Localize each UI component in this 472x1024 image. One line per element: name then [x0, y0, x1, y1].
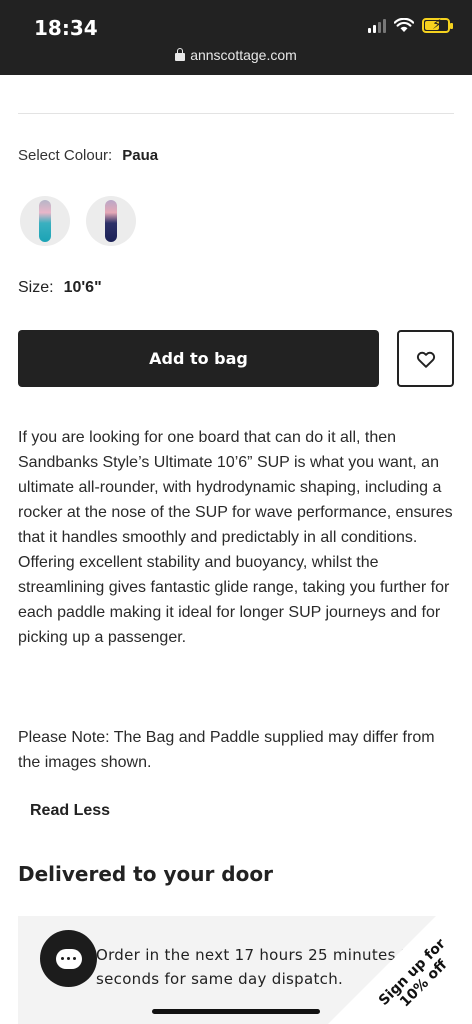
colour-label: Select Colour: [18, 147, 113, 164]
size-value: 10'6" [63, 279, 102, 296]
product-note: Please Note: The Bag and Paddle supplied… [18, 729, 435, 771]
lock-icon [175, 48, 186, 61]
colour-selector-label: Select Colour: Paua [18, 147, 158, 164]
heart-icon [416, 351, 435, 368]
colour-value: Paua [122, 147, 159, 164]
signup-promo[interactable]: Sign up for 10% off [328, 880, 472, 1024]
delivery-heading: Delivered to your door [18, 862, 273, 886]
read-less-link[interactable]: Read Less [30, 802, 110, 820]
status-time: 18:34 [34, 16, 98, 40]
wishlist-button[interactable] [397, 330, 454, 387]
home-indicator [152, 1009, 320, 1014]
colour-swatch-teal[interactable] [20, 196, 70, 246]
add-to-bag-button[interactable]: Add to bag [18, 330, 379, 387]
size-info: Size: 10'6" [18, 279, 102, 297]
cellular-signal-icon [368, 18, 386, 33]
status-icons: ⚡ [368, 17, 453, 33]
url-bar[interactable]: annscottage.com [0, 47, 472, 63]
size-label: Size: [18, 279, 54, 296]
colour-swatch-navy[interactable] [86, 196, 136, 246]
sup-board-image [39, 200, 51, 242]
chat-bubble-icon [55, 948, 82, 969]
url-text: annscottage.com [190, 47, 297, 63]
product-description: If you are looking for one board that ca… [18, 429, 453, 646]
sup-board-image [105, 200, 117, 242]
battery-charging-icon: ⚡ [422, 17, 453, 33]
wifi-icon [394, 18, 414, 32]
status-bar: 18:34 ⚡ annscottage.com [0, 0, 472, 75]
divider [18, 113, 454, 114]
chat-button[interactable] [40, 930, 97, 987]
